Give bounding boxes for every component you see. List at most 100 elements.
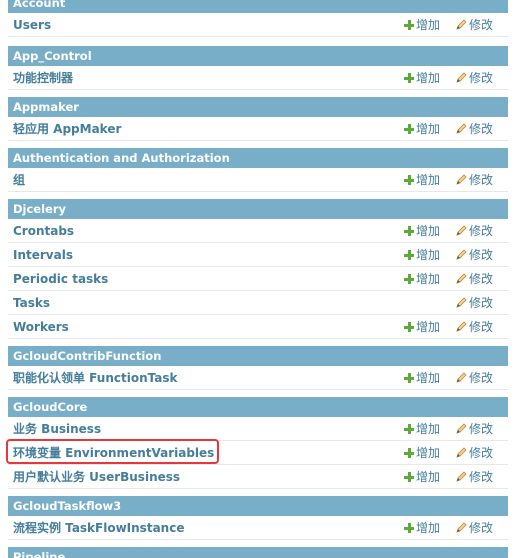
add-label: 增加 (416, 446, 441, 460)
change-label: 修改 (469, 272, 494, 286)
change-label: 修改 (469, 521, 494, 535)
pencil-icon (456, 297, 467, 308)
change-link[interactable]: 修改 (456, 267, 493, 291)
model-row: 环境变量 EnvironmentVariables 增加 修改 (8, 441, 508, 465)
add-icon (404, 448, 414, 458)
model-link[interactable]: 用户默认业务 UserBusiness (13, 465, 180, 489)
add-icon (404, 322, 414, 332)
module-caption[interactable]: Authentication and Authorization (8, 148, 508, 168)
model-row: Crontabs 增加 修改 (8, 219, 508, 243)
model-link[interactable]: 业务 Business (13, 417, 101, 441)
module-caption[interactable]: Pipeline (8, 547, 508, 558)
change-label: 修改 (469, 446, 494, 460)
change-link[interactable]: 修改 (456, 417, 493, 441)
model-row: Periodic tasks 增加 修改 (8, 267, 508, 291)
model-link[interactable]: Intervals (13, 243, 73, 267)
add-icon (404, 424, 414, 434)
model-row: 功能控制器 增加 修改 (8, 66, 508, 90)
change-label: 修改 (469, 470, 494, 484)
change-label: 修改 (469, 173, 494, 187)
add-link[interactable]: 增加 (404, 315, 440, 339)
model-row: Intervals 增加 修改 (8, 243, 508, 267)
change-label: 修改 (469, 71, 494, 85)
pencil-icon (456, 447, 467, 458)
change-label: 修改 (469, 422, 494, 436)
model-row: 业务 Business 增加 修改 (8, 417, 508, 441)
change-label: 修改 (469, 371, 494, 385)
change-label: 修改 (469, 248, 494, 262)
module-authentication-and-authorization: Authentication and Authorization 组 增加 修改 (8, 148, 508, 192)
pencil-icon (456, 19, 467, 30)
model-link[interactable]: 组 (13, 168, 25, 192)
model-row: 轻应用 AppMaker 增加 修改 (8, 117, 508, 141)
add-link[interactable]: 增加 (404, 168, 440, 192)
model-row: Tasks 修改 (8, 291, 508, 315)
module-caption[interactable]: Account (8, 0, 508, 13)
pencil-icon (456, 321, 467, 332)
model-link[interactable]: 职能化认领单 FunctionTask (13, 366, 177, 390)
model-link[interactable]: 功能控制器 (13, 66, 73, 90)
add-icon (404, 472, 414, 482)
change-link[interactable]: 修改 (456, 465, 493, 489)
model-link[interactable]: 流程实例 TaskFlowInstance (13, 516, 184, 540)
add-label: 增加 (416, 18, 441, 32)
add-link[interactable]: 增加 (404, 219, 440, 243)
add-icon (404, 124, 414, 134)
change-link[interactable]: 修改 (456, 66, 493, 90)
add-icon (404, 20, 414, 30)
change-link[interactable]: 修改 (456, 243, 493, 267)
module-caption[interactable]: GcloudCore (8, 397, 508, 417)
add-icon (404, 373, 414, 383)
model-row: 组 增加 修改 (8, 168, 508, 192)
change-link[interactable]: 修改 (456, 291, 493, 315)
change-label: 修改 (469, 122, 494, 136)
model-row: Users 增加 修改 (8, 13, 508, 37)
model-row: 职能化认领单 FunctionTask 增加 修改 (8, 366, 508, 390)
module-caption[interactable]: App_Control (8, 46, 508, 66)
module-app-control: App_Control 功能控制器 增加 修改 (8, 46, 508, 90)
model-link[interactable]: Periodic tasks (13, 267, 108, 291)
add-link[interactable]: 增加 (404, 66, 440, 90)
add-icon (404, 523, 414, 533)
model-link[interactable]: Workers (13, 315, 69, 339)
model-link[interactable]: 环境变量 EnvironmentVariables (13, 441, 214, 465)
add-icon (404, 274, 414, 284)
change-link[interactable]: 修改 (456, 13, 493, 37)
module-gcloudcore: GcloudCore 业务 Business 增加 修改 环境变量 Environmen… (8, 397, 508, 489)
model-link[interactable]: Users (13, 13, 51, 37)
add-link[interactable]: 增加 (404, 441, 440, 465)
change-link[interactable]: 修改 (456, 441, 493, 465)
model-link[interactable]: Tasks (13, 291, 50, 315)
change-label: 修改 (469, 296, 494, 310)
add-icon (404, 250, 414, 260)
add-icon (404, 73, 414, 83)
module-caption[interactable]: GcloudContribFunction (8, 346, 508, 366)
module-caption[interactable]: Djcelery (8, 199, 508, 219)
change-link[interactable]: 修改 (456, 315, 493, 339)
pencil-icon (456, 471, 467, 482)
change-link[interactable]: 修改 (456, 366, 493, 390)
add-link[interactable]: 增加 (404, 243, 440, 267)
change-label: 修改 (469, 18, 494, 32)
pencil-icon (456, 249, 467, 260)
add-link[interactable]: 增加 (404, 13, 440, 37)
pencil-icon (456, 72, 467, 83)
add-link[interactable]: 增加 (404, 267, 440, 291)
module-caption[interactable]: GcloudTaskflow3 (8, 496, 508, 516)
add-label: 增加 (416, 248, 441, 262)
change-link[interactable]: 修改 (456, 168, 493, 192)
change-link[interactable]: 修改 (456, 219, 493, 243)
pencil-icon (456, 522, 467, 533)
add-label: 增加 (416, 371, 441, 385)
add-link[interactable]: 增加 (404, 117, 440, 141)
change-link[interactable]: 修改 (456, 117, 493, 141)
model-link[interactable]: Crontabs (13, 219, 74, 243)
add-link[interactable]: 增加 (404, 516, 440, 540)
change-link[interactable]: 修改 (456, 516, 493, 540)
add-link[interactable]: 增加 (404, 417, 440, 441)
model-link[interactable]: 轻应用 AppMaker (13, 117, 121, 141)
module-caption[interactable]: Appmaker (8, 97, 508, 117)
add-link[interactable]: 增加 (404, 366, 440, 390)
module-gcloudtaskflow3: GcloudTaskflow3 流程实例 TaskFlowInstance 增加 修改 (8, 496, 508, 540)
add-link[interactable]: 增加 (404, 465, 440, 489)
